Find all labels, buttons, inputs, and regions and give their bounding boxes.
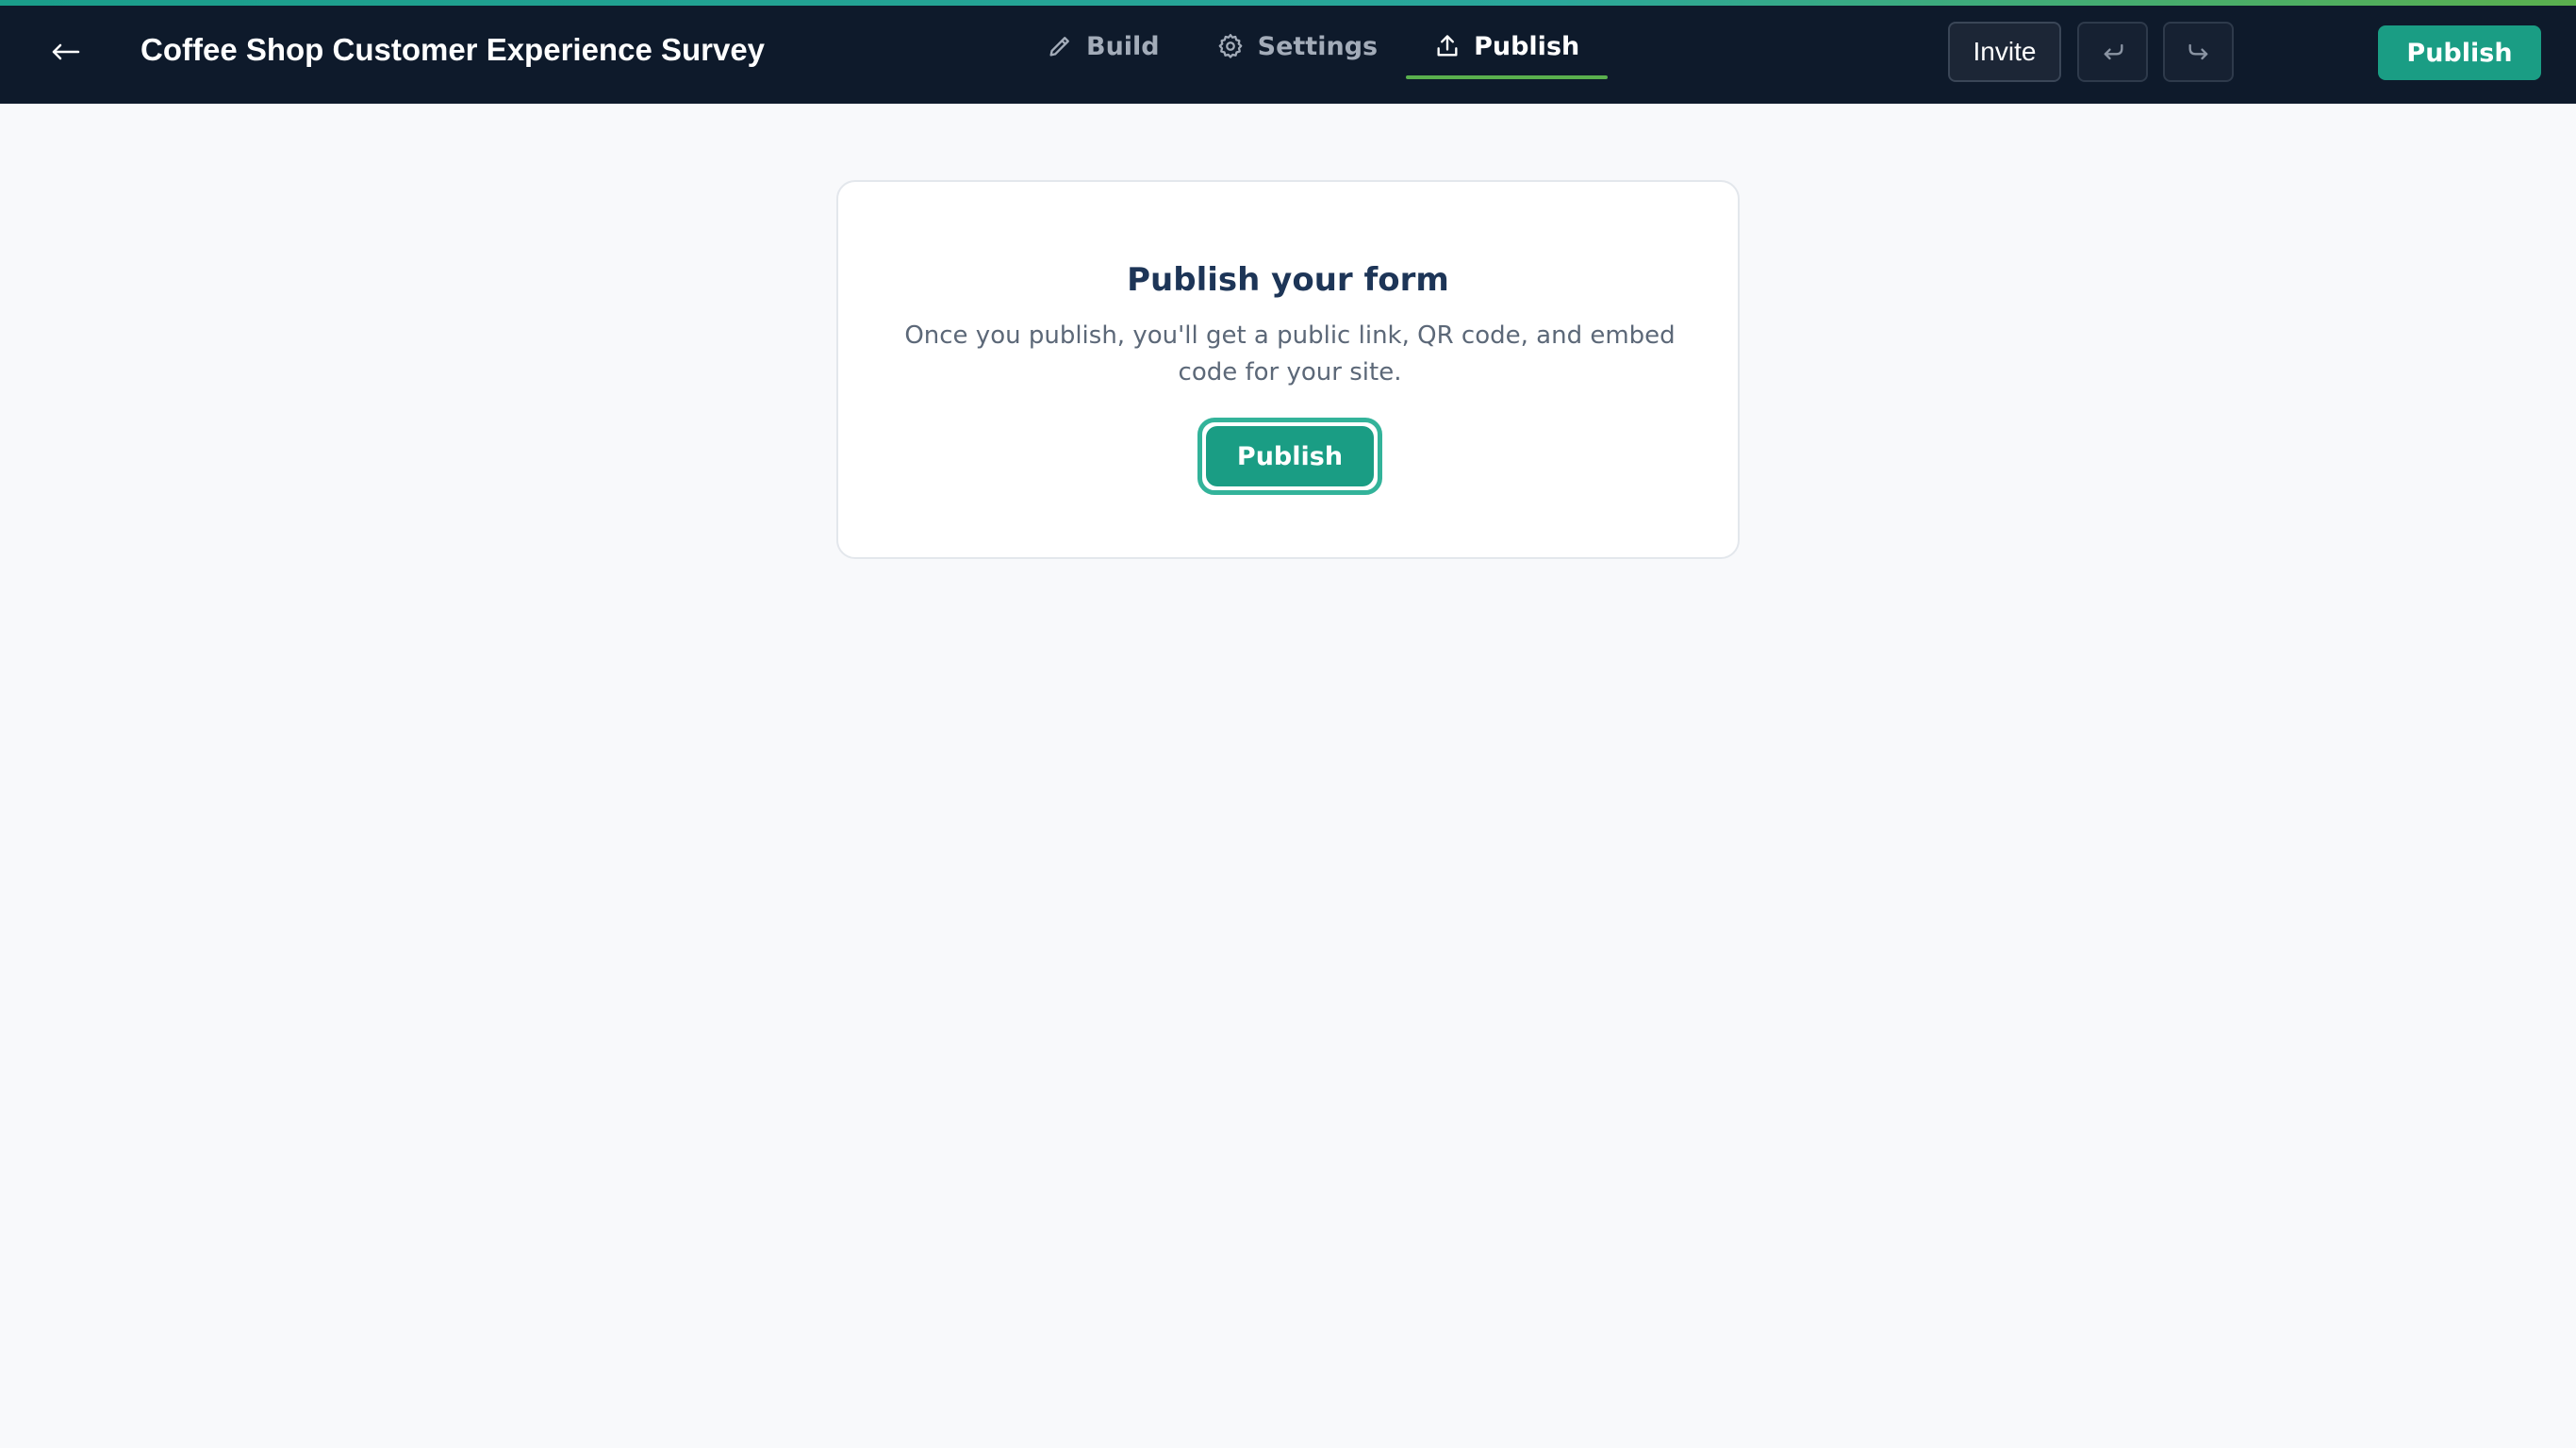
gear-icon xyxy=(1218,34,1243,58)
form-title: Coffee Shop Customer Experience Survey xyxy=(140,32,766,67)
tab-publish-label: Publish xyxy=(1474,31,1580,61)
tab-build[interactable]: Build xyxy=(1018,0,1188,98)
redo-button[interactable] xyxy=(2163,22,2234,82)
header-publish-button[interactable]: Publish xyxy=(2378,25,2541,80)
redo-icon xyxy=(2188,43,2207,60)
undo-icon xyxy=(2104,43,2122,60)
top-navigation-bar: Coffee Shop Customer Experience Survey B… xyxy=(0,0,2576,104)
invite-button[interactable]: Invite xyxy=(1948,22,2061,82)
undo-button[interactable] xyxy=(2077,22,2148,82)
back-button[interactable] xyxy=(41,28,89,75)
tab-bar: Build Settings Publish xyxy=(1018,0,1609,104)
publish-card-description: Once you publish, you'll get a public li… xyxy=(904,321,1676,387)
pencil-icon xyxy=(1049,37,1069,57)
tab-settings-label: Settings xyxy=(1257,31,1379,61)
publish-form-button[interactable]: Publish xyxy=(1197,418,1382,495)
publish-card: Publish your form Once you publish, you'… xyxy=(836,180,1740,559)
publish-card-title: Publish your form xyxy=(1127,261,1449,299)
publish-form-button-label: Publish xyxy=(1206,426,1374,486)
arrow-left-icon xyxy=(52,43,80,60)
tab-publish[interactable]: Publish xyxy=(1406,0,1609,98)
upload-icon xyxy=(1437,35,1458,57)
tab-settings[interactable]: Settings xyxy=(1188,0,1406,98)
tab-build-label: Build xyxy=(1086,31,1160,61)
